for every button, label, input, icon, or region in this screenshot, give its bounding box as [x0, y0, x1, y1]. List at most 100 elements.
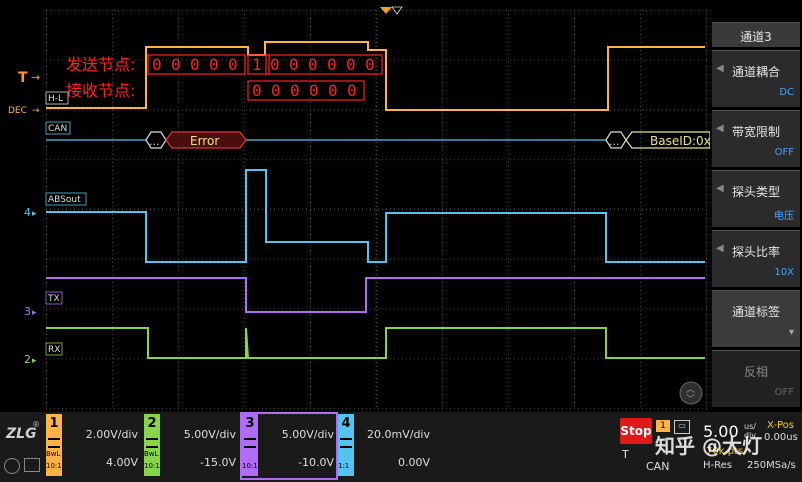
grid-dot [574, 74, 575, 75]
grid-dot [706, 242, 707, 243]
menu-item-coupling[interactable]: ◀ 通道耦合 DC [712, 50, 800, 107]
grid-dot [178, 362, 179, 363]
grid-dot [508, 214, 509, 215]
send-bits-b-bit: 1 [252, 55, 262, 74]
grid-dot [162, 258, 163, 260]
grid-dot [640, 146, 641, 147]
grid-dot [640, 354, 641, 355]
grid-dot [154, 408, 155, 409]
grid-dot [402, 258, 403, 260]
grid-dot [350, 408, 351, 409]
menu-item-probe-ratio[interactable]: ◀ 探头比率 10X [712, 230, 800, 287]
grid-dot [442, 70, 443, 71]
grid-dot [178, 266, 179, 267]
grid-dot [640, 82, 641, 83]
grid-dot [46, 50, 47, 51]
run-stop-button[interactable]: Stop [620, 418, 652, 444]
channel-3-panel[interactable]: 3 10:1 5.00V/div -10.0V [240, 412, 338, 480]
grid-dot [706, 109, 707, 111]
grid-dot [414, 408, 415, 409]
grid-dot [550, 258, 551, 260]
grid-dot [112, 170, 113, 171]
menu-item-bandwidth[interactable]: ◀ 带宽限制 OFF [712, 110, 800, 167]
menu-item-channel-label[interactable]: 通道标签 ▾ [712, 290, 800, 347]
menu-item-invert[interactable]: 反相 OFF [712, 350, 800, 407]
grid-dot [112, 390, 113, 391]
search-icon[interactable] [4, 458, 20, 474]
grid-dot [462, 258, 463, 260]
grid-dot [638, 258, 639, 260]
grid-dot [386, 408, 387, 409]
grid-dot [244, 302, 245, 303]
grid-dot [90, 258, 91, 260]
grid-dot [330, 308, 331, 310]
trigger-source: CAN [646, 460, 670, 473]
grid-dot [454, 159, 455, 161]
grid-dot [590, 59, 591, 61]
grid-dot [106, 408, 107, 409]
grid-dot [286, 109, 287, 111]
grid-dot [178, 250, 179, 251]
grid-dot [46, 378, 47, 379]
grid-dot [54, 258, 55, 260]
grid-dot [112, 46, 113, 47]
grid-dot [244, 14, 245, 15]
grid-dot [112, 314, 113, 315]
grid-dot [244, 130, 245, 131]
grid-dot [454, 10, 455, 11]
grid-dot [686, 109, 687, 111]
trigger-level-marker[interactable]: T [18, 70, 28, 86]
grid-dot [58, 59, 59, 61]
grid-dot [114, 109, 115, 111]
grid-dot [378, 159, 379, 161]
grid-dot [594, 308, 595, 310]
grid-dot [206, 10, 207, 11]
grid-dot [46, 374, 47, 375]
ch3-level-marker[interactable]: 3 [24, 305, 31, 318]
channel-2-panel[interactable]: 2 BwL 10:1 5.00V/div -15.0V [144, 414, 238, 478]
grid-dot [682, 308, 683, 310]
grid-dot [574, 178, 575, 179]
grid-dot [290, 109, 291, 111]
grid-dot [378, 308, 379, 310]
grid-dot [174, 408, 175, 409]
grid-dot [210, 10, 211, 11]
grid-dot [110, 159, 111, 161]
grid-dot [310, 194, 311, 195]
grid-dot [244, 230, 245, 231]
grid-dot [706, 386, 707, 387]
grid-dot [266, 10, 267, 11]
grid-dot [112, 118, 113, 119]
grid-dot [310, 402, 311, 403]
grid-dot [640, 110, 641, 111]
ch2-level-marker[interactable]: 2 [24, 353, 31, 366]
grid-dot [366, 159, 367, 161]
grid-dot [258, 408, 259, 409]
grid-dot [112, 342, 113, 343]
grid-dot [112, 50, 113, 51]
grid-dot [674, 258, 675, 260]
grid-dot [294, 258, 295, 260]
grid-dot [54, 308, 55, 310]
grid-dot [706, 250, 707, 251]
grid-dot [274, 159, 275, 161]
grid-dot [298, 159, 299, 161]
grid-dot [640, 342, 641, 343]
grid-dot [178, 198, 179, 199]
grid-dot [508, 174, 509, 175]
grid-dot [178, 382, 179, 383]
grid-dot [538, 258, 539, 260]
channel-4-panel[interactable]: 4 1:1 20.0mV/div 0.00V [338, 414, 432, 478]
screen-icon[interactable] [24, 458, 40, 472]
grid-dot [574, 46, 575, 47]
recv-bits-bit: 0 [252, 81, 262, 100]
channel-1-panel[interactable]: 1 BwL 10:1 2.00V/div 4.00V [46, 414, 140, 478]
grid-dot [698, 59, 699, 61]
grid-dot [442, 62, 443, 63]
grid-dot [406, 408, 407, 409]
grid-dot [508, 302, 509, 303]
grid-dot [214, 10, 215, 11]
grid-dot [46, 308, 47, 310]
menu-item-probe-type[interactable]: ◀ 探头类型 电压 [712, 170, 800, 227]
ch4-level-marker[interactable]: 4 [24, 206, 31, 219]
